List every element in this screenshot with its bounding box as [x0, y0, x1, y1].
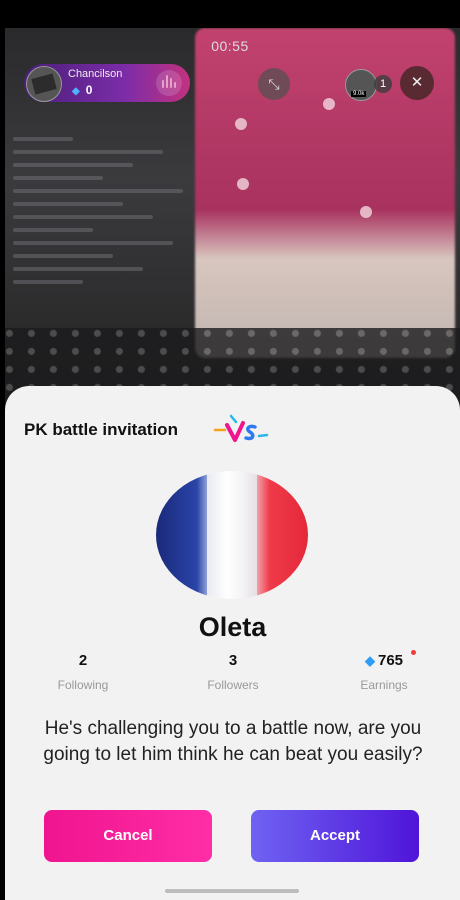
stat-following: 2 Following: [23, 652, 143, 692]
home-indicator: [165, 889, 299, 893]
viewer-count[interactable]: 1: [374, 75, 392, 93]
sound-wave-icon[interactable]: [156, 70, 182, 96]
stat-earnings: ◆ 765 Earnings: [324, 652, 444, 692]
following-label: Following: [57, 678, 109, 692]
cancel-button[interactable]: Cancel: [44, 810, 212, 862]
host-coin-count: 0: [85, 83, 93, 97]
invitation-message: He's challenging you to a battle now, ar…: [43, 718, 423, 765]
notification-dot: [411, 650, 416, 655]
viewer-avatar[interactable]: 9.0k: [345, 69, 377, 101]
host-name: Chancilson: [68, 68, 123, 80]
opponent-name: Oleta: [198, 612, 267, 642]
stream-code-lines: [5, 128, 205, 348]
close-icon[interactable]: ✕: [400, 66, 434, 100]
host-avatar[interactable]: [26, 66, 62, 102]
host-coins: ◆ 0: [72, 83, 92, 97]
followers-label: Followers: [207, 678, 259, 692]
viewer-badge: 9.0k: [351, 91, 367, 97]
earnings-count: 765: [377, 652, 404, 669]
pk-invitation-sheet: PK battle invitation Oleta 2 Following 3…: [5, 386, 460, 900]
diamond-icon: ◆: [364, 653, 375, 668]
following-count: 2: [78, 652, 88, 669]
stat-followers: 3 Followers: [173, 652, 293, 692]
earnings-value: ◆ 765: [324, 652, 444, 672]
followers-count: 3: [228, 652, 238, 669]
host-info-pill[interactable]: Chancilson ◆ 0: [24, 64, 190, 102]
stream-light: [360, 206, 372, 218]
accept-button[interactable]: Accept: [251, 810, 419, 862]
vs-icon: [213, 414, 269, 442]
minimize-icon[interactable]: ⤡: [258, 68, 290, 100]
stream-light: [323, 98, 335, 110]
stream-light: [235, 118, 247, 130]
sheet-title: PK battle invitation: [24, 420, 178, 439]
earnings-label: Earnings: [360, 678, 408, 692]
stream-light: [237, 178, 249, 190]
stream-timer: 00:55: [211, 38, 249, 54]
diamond-icon: ◆: [72, 86, 80, 97]
opponent-avatar[interactable]: [156, 471, 308, 599]
